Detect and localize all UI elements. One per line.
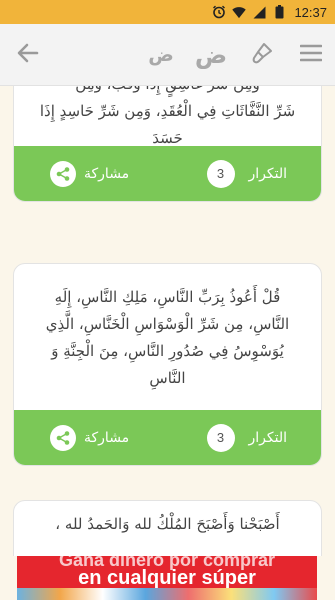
dhikr-text: وَمِن شَرِّ غَاسِقٍ إِذَا وَقَبَ، وَمِن … (39, 86, 296, 147)
brush-icon (251, 42, 273, 68)
repeat-label: التكرار (248, 165, 288, 182)
font-size-increase-button[interactable]: ض (195, 24, 227, 86)
repeat-counter[interactable]: 3 التكرار (206, 146, 288, 201)
share-button[interactable]: مشاركة (50, 146, 129, 201)
wifi-icon (232, 5, 247, 19)
dhikr-card: أَصْبَحْنا وَأَصْبَحَ المُلْكُ لله وَالح… (13, 500, 322, 556)
dhikr-text: قُلْ أَعُوذُ بِرَبِّ النَّاسِ، مَلِكِ ال… (45, 288, 290, 387)
dhikr-card: قُلْ أَعُوذُ بِرَبِّ النَّاسِ، مَلِكِ ال… (13, 263, 322, 466)
share-label: مشاركة (84, 429, 130, 446)
repeat-label: التكرار (248, 429, 288, 446)
card-footer: مشاركة 3 التكرار (14, 410, 321, 465)
status-time: 12:37 (294, 4, 327, 20)
ad-image-strip (17, 588, 317, 600)
font-size-decrease-button[interactable]: ض (148, 24, 174, 86)
card-footer: مشاركة 3 التكرار (14, 146, 321, 201)
app-bar: ض ض (0, 24, 335, 86)
menu-button[interactable] (298, 24, 324, 86)
menu-icon (299, 44, 323, 66)
repeat-counter[interactable]: 3 التكرار (206, 410, 288, 465)
back-arrow-icon (17, 43, 39, 67)
share-icon (50, 424, 76, 451)
battery-icon (272, 5, 286, 19)
dhikr-list[interactable]: وَمِن شَرِّ غَاسِقٍ إِذَا وَقَبَ، وَمِن … (0, 86, 335, 556)
repeat-count: 3 (206, 423, 235, 452)
theme-button[interactable] (248, 24, 276, 86)
alarm-icon (212, 5, 226, 19)
dhikr-text: أَصْبَحْنا وَأَصْبَحَ المُلْكُ لله وَالح… (55, 515, 280, 533)
ad-banner[interactable]: Gana dinero por comprar en cualquier súp… (17, 556, 317, 600)
repeat-count: 3 (206, 159, 235, 188)
share-button[interactable]: مشاركة (50, 410, 129, 465)
share-label: مشاركة (84, 165, 130, 182)
status-bar: 12:37 (0, 0, 335, 24)
dhikr-card: وَمِن شَرِّ غَاسِقٍ إِذَا وَقَبَ، وَمِن … (13, 86, 322, 202)
signal-icon (252, 5, 266, 19)
back-button[interactable] (14, 24, 42, 86)
ad-subline: en cualquier súper (78, 567, 256, 589)
share-icon (50, 160, 76, 187)
